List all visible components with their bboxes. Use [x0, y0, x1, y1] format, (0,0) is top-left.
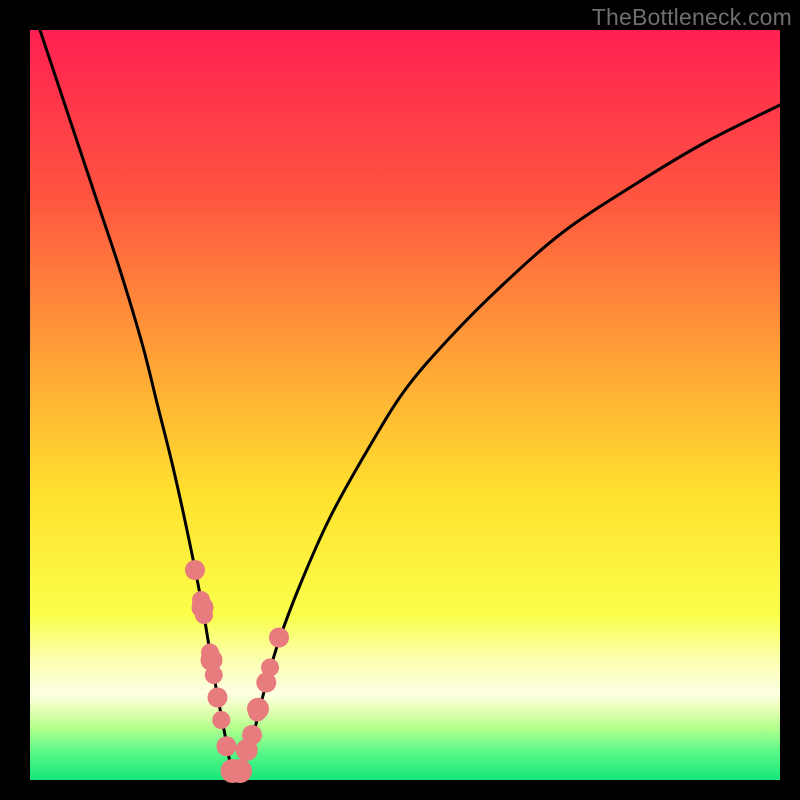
sample-dot — [212, 711, 230, 729]
sample-dot — [261, 659, 279, 677]
sample-dot — [195, 606, 213, 624]
plot-area — [30, 30, 780, 780]
sample-dot — [242, 725, 262, 745]
outer-black-frame: TheBottleneck.com — [0, 0, 800, 800]
sample-dot — [205, 666, 223, 684]
bottleneck-curve — [30, 0, 780, 777]
sample-dot — [217, 736, 237, 756]
sample-dot — [208, 688, 228, 708]
sample-dot — [269, 628, 289, 648]
watermark-text: TheBottleneck.com — [592, 4, 792, 31]
sample-dot — [185, 560, 205, 580]
sample-dot — [247, 698, 269, 720]
chart-svg — [30, 30, 780, 780]
sample-dot — [228, 759, 252, 783]
